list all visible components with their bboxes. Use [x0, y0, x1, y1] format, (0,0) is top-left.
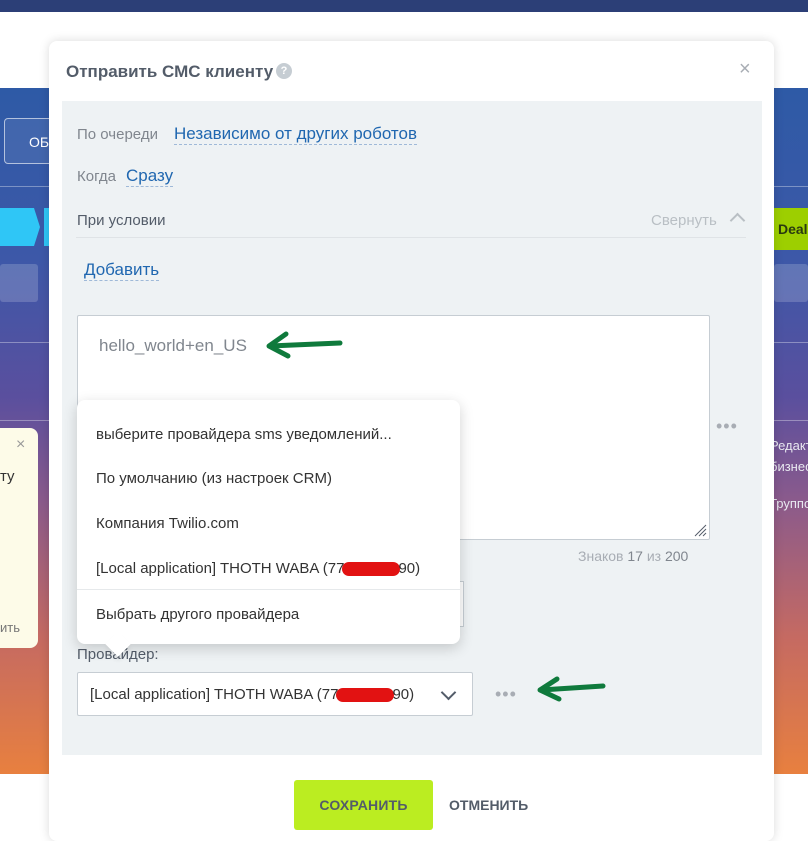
- counter-max: 200: [664, 548, 689, 564]
- cancel-button[interactable]: ОТМЕНИТЬ: [449, 797, 528, 813]
- add-condition-link[interactable]: Добавить: [84, 260, 160, 281]
- provider-option[interactable]: Компания Twilio.com: [96, 515, 239, 532]
- more-dots-icon[interactable]: •••: [716, 416, 738, 437]
- provider-value-end: 90): [392, 686, 415, 703]
- background-right-text: Редакт: [770, 438, 808, 453]
- provider-more-dots-icon[interactable]: •••: [495, 684, 517, 705]
- provider-option-local[interactable]: [Local application] THOTH WABA (77 90): [96, 560, 420, 577]
- save-button[interactable]: СОХРАНИТЬ: [294, 780, 433, 830]
- counter-value: 17: [627, 548, 643, 564]
- annotation-arrow-icon: [266, 331, 343, 359]
- background-block: [0, 264, 38, 302]
- counter-mid: из: [646, 548, 662, 564]
- collapse-link[interactable]: Свернуть: [651, 212, 717, 229]
- background-notification: × ту ить: [0, 428, 38, 648]
- redaction-mark: [342, 562, 401, 577]
- queue-label: По очереди: [77, 126, 158, 143]
- queue-link[interactable]: Независимо от других роботов: [174, 124, 417, 145]
- redaction-mark: [336, 688, 395, 703]
- background-stage-cyan[interactable]: [0, 208, 40, 246]
- option-text-end: 90): [398, 560, 421, 577]
- provider-value-start: [Local application] THOTH WABA (77: [90, 686, 339, 703]
- when-label: Когда: [77, 168, 116, 185]
- background-stage-deal[interactable]: Deal: [774, 208, 808, 250]
- other-provider-option[interactable]: Выбрать другого провайдера: [96, 606, 299, 623]
- provider-dropdown: выберите провайдера sms уведомлений... П…: [77, 400, 460, 644]
- notification-text: ту: [0, 468, 15, 485]
- provider-select[interactable]: [Local application] THOTH WABA (77 90): [77, 672, 473, 716]
- help-icon[interactable]: ?: [276, 63, 292, 79]
- counter-prefix: Знаков: [578, 548, 624, 564]
- background-right-text: бизнес: [770, 459, 808, 474]
- notification-link[interactable]: ить: [0, 620, 20, 635]
- background-right-text: Группо: [770, 496, 808, 511]
- chevron-up-icon[interactable]: [729, 212, 746, 229]
- option-text-start: [Local application] THOTH WABA (77: [96, 560, 345, 577]
- chevron-down-icon: [440, 684, 457, 701]
- annotation-arrow-icon: [537, 676, 606, 702]
- provider-option[interactable]: выберите провайдера sms уведомлений...: [96, 426, 392, 443]
- message-text: hello_world+en_US: [99, 336, 247, 355]
- when-link[interactable]: Сразу: [126, 166, 174, 187]
- background-block: [774, 264, 808, 302]
- dialog-title: Отправить СМС клиенту: [66, 62, 274, 81]
- dropdown-divider: [77, 589, 460, 590]
- resize-handle-icon[interactable]: [693, 523, 707, 537]
- close-icon[interactable]: ×: [739, 59, 751, 79]
- char-counter: Знаков 17 из 200: [578, 548, 688, 564]
- provider-option[interactable]: По умолчанию (из настроек CRM): [96, 470, 332, 487]
- background-top-strip: [0, 0, 808, 12]
- condition-label: При условии: [77, 212, 166, 229]
- condition-divider: [76, 237, 746, 238]
- close-icon[interactable]: ×: [16, 436, 25, 454]
